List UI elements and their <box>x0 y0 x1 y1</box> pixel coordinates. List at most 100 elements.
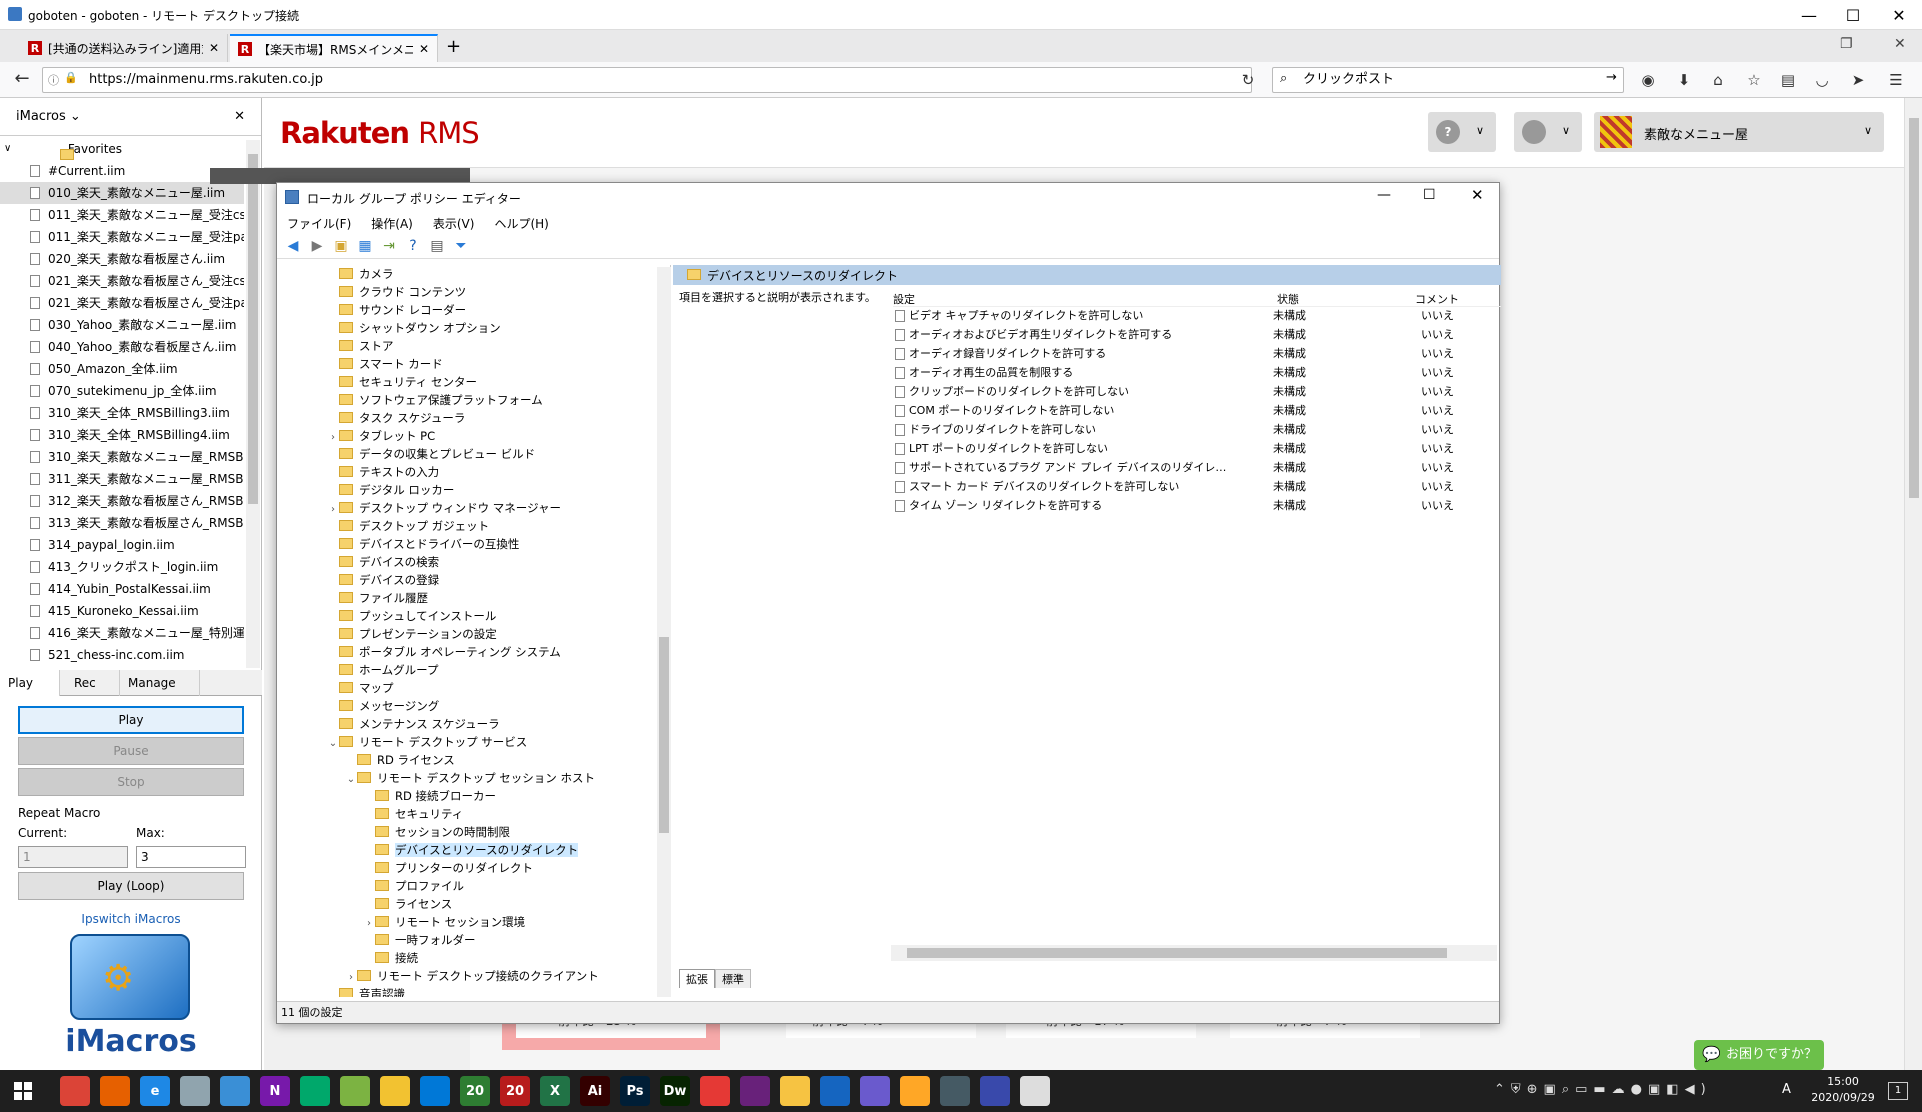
pocket-icon[interactable]: ◡ <box>1810 70 1834 90</box>
properties-icon[interactable]: ▤ <box>429 238 445 254</box>
play-loop-button[interactable]: Play (Loop) <box>18 872 244 900</box>
menu-view[interactable]: 表示(V) <box>433 215 475 232</box>
search-input[interactable]: クリックポスト <box>1272 67 1624 93</box>
tree-node[interactable]: › リモート セッション環境 <box>277 913 670 931</box>
favorites-folder[interactable]: ∨ Favorites <box>0 138 244 160</box>
macro-item[interactable]: 050_Amazon_全体.iim <box>0 358 244 380</box>
page-scrollbar[interactable] <box>1904 98 1922 1070</box>
macro-item[interactable]: 415_Kuroneko_Kessai.iim <box>0 600 244 622</box>
taskbar-app-icon[interactable]: Ps <box>620 1076 650 1106</box>
export-list-icon[interactable]: ⇥ <box>381 238 397 254</box>
info-icon[interactable]: ⓘ <box>48 72 59 88</box>
url-bar[interactable]: https://mainmenu.rms.rakuten.co.jp <box>42 67 1252 93</box>
policy-row[interactable]: オーディオおよびビデオ再生リダイレクトを許可する 未構成 いいえ <box>893 326 1501 345</box>
taskbar-app-icon[interactable] <box>1020 1076 1050 1106</box>
tree-node[interactable]: ライセンス <box>277 895 670 913</box>
taskbar-app-icon[interactable] <box>300 1076 330 1106</box>
taskbar-app-icon[interactable] <box>860 1076 890 1106</box>
pause-button[interactable]: Pause <box>18 737 244 765</box>
tree-node[interactable]: デバイスの検索 <box>277 553 670 571</box>
send-icon[interactable]: ➤ <box>1846 70 1870 90</box>
tree-node[interactable]: セキュリティ <box>277 805 670 823</box>
macro-item[interactable]: 413_クリックポスト_login.iim <box>0 556 244 578</box>
tree-node[interactable]: ⌄ リモート デスクトップ サービス <box>277 733 670 751</box>
tree-node[interactable]: マップ <box>277 679 670 697</box>
macro-item[interactable]: 313_楽天_素敵な看板屋さん_RMSBil... <box>0 512 244 534</box>
home-icon[interactable]: ⌂ <box>1706 70 1730 90</box>
tray-icons[interactable]: ⌃⛨⊕▣⌕▭▬☁●▣◧◀) <box>1494 1082 1712 1097</box>
browser-tab-shipping[interactable]: R [共通の送料込みライン]適用対 ✕ <box>20 34 228 62</box>
policy-row[interactable]: タイム ゾーン リダイレクトを許可する 未構成 いいえ <box>893 497 1501 516</box>
filter-icon[interactable]: ⏷ <box>453 238 469 254</box>
shop-selector[interactable]: 素敵なメニュー屋 ∨ <box>1594 112 1884 152</box>
macro-item[interactable]: 310_楽天_素敵なメニュー屋_RMSBilli... <box>0 446 244 468</box>
col-comment[interactable]: コメント <box>1415 291 1459 307</box>
tree-node[interactable]: デバイスとリソースのリダイレクト <box>277 841 670 859</box>
macro-item[interactable]: 070_sutekimenu_jp_全体.iim <box>0 380 244 402</box>
policy-row[interactable]: スマート カード デバイスのリダイレクトを許可しない 未構成 いいえ <box>893 478 1501 497</box>
tree-node[interactable]: RD ライセンス <box>277 751 670 769</box>
imacros-toolbar-icon[interactable]: ◉ <box>1636 70 1660 90</box>
ime-indicator[interactable]: A <box>1782 1082 1791 1097</box>
tab-play[interactable]: Play <box>0 669 60 696</box>
tree-node[interactable]: プリンターのリダイレクト <box>277 859 670 877</box>
macro-item[interactable]: 310_楽天_全体_RMSBilling3.iim <box>0 402 244 424</box>
tree-node[interactable]: プッシュしてインストール <box>277 607 670 625</box>
macro-item[interactable]: 414_Yubin_PostalKessai.iim <box>0 578 244 600</box>
tree-node[interactable]: ストア <box>277 337 670 355</box>
tree-node[interactable]: ソフトウェア保護プラットフォーム <box>277 391 670 409</box>
taskbar-app-icon[interactable]: N <box>260 1076 290 1106</box>
gpe-maximize-icon[interactable]: ☐ <box>1423 187 1436 203</box>
collapse-icon[interactable]: ∨ <box>4 138 11 160</box>
macro-item[interactable]: 010_楽天_素敵なメニュー屋.iim <box>0 182 244 204</box>
menu-help[interactable]: ヘルプ(H) <box>494 215 548 232</box>
close-icon[interactable]: ✕ <box>1876 0 1922 30</box>
taskbar-app-icon[interactable]: Ai <box>580 1076 610 1106</box>
taskbar-app-icon[interactable] <box>220 1076 250 1106</box>
tree-node[interactable]: ポータブル オペレーティング システム <box>277 643 670 661</box>
tree-node[interactable]: ホームグループ <box>277 661 670 679</box>
policy-row[interactable]: クリップボードのリダイレクトを許可しない 未構成 いいえ <box>893 383 1501 402</box>
reload-icon[interactable]: ↻ <box>1236 70 1260 90</box>
macro-scrollbar[interactable] <box>246 140 260 668</box>
page-scroll-thumb[interactable] <box>1909 118 1919 498</box>
help-dropdown[interactable]: ? ∨ <box>1428 112 1496 152</box>
gpe-minimize-icon[interactable]: — <box>1377 187 1391 203</box>
tree-node[interactable]: › デスクトップ ウィンドウ マネージャー <box>277 499 670 517</box>
tab-standard[interactable]: 標準 <box>715 968 751 988</box>
tree-node[interactable]: 接続 <box>277 949 670 967</box>
col-state[interactable]: 状態 <box>1277 291 1299 307</box>
tree-node[interactable]: › リモート デスクトップ接続のクライアント <box>277 967 670 985</box>
taskbar-app-icon[interactable] <box>820 1076 850 1106</box>
imacros-title[interactable]: iMacros ⌄ <box>16 109 81 124</box>
macro-item[interactable]: 021_楽天_素敵な看板屋さん_受注pa... <box>0 292 244 314</box>
taskbar-app-icon[interactable] <box>740 1076 770 1106</box>
tab-extended[interactable]: 拡張 <box>679 968 715 988</box>
tree-node[interactable]: メンテナンス スケジューラ <box>277 715 670 733</box>
search-go-icon[interactable]: → <box>1606 70 1617 85</box>
tree-node[interactable]: プレゼンテーションの設定 <box>277 625 670 643</box>
macro-item[interactable]: 312_楽天_素敵な看板屋さん_RMSBil... <box>0 490 244 512</box>
tree-node[interactable]: プロファイル <box>277 877 670 895</box>
show-hide-tree-icon[interactable]: ▦ <box>357 238 373 254</box>
policy-row[interactable]: オーディオ録音リダイレクトを許可する 未構成 いいえ <box>893 345 1501 364</box>
taskbar-app-icon[interactable] <box>100 1076 130 1106</box>
tree-node[interactable]: ファイル履歴 <box>277 589 670 607</box>
minimize-icon[interactable]: — <box>1786 0 1832 30</box>
back-icon[interactable]: ← <box>10 68 34 89</box>
tree-node[interactable]: スマート カード <box>277 355 670 373</box>
tree-scrollbar[interactable] <box>657 267 671 997</box>
tab-rec[interactable]: Rec <box>60 669 120 696</box>
menu-icon[interactable]: ☰ <box>1884 70 1908 90</box>
tree-node[interactable]: RD 接続ブローカー <box>277 787 670 805</box>
policy-row[interactable]: COM ポートのリダイレクトを許可しない 未構成 いいえ <box>893 402 1501 421</box>
tree-node[interactable]: デバイスの登録 <box>277 571 670 589</box>
taskbar-app-icon[interactable] <box>900 1076 930 1106</box>
window-close-icon[interactable]: ✕ <box>1894 36 1906 52</box>
macro-item[interactable]: 021_楽天_素敵な看板屋さん_受注cs... <box>0 270 244 292</box>
tree-node[interactable]: ⌄ リモート デスクトップ セッション ホスト <box>277 769 670 787</box>
taskbar-app-icon[interactable]: e <box>140 1076 170 1106</box>
user-dropdown[interactable]: ∨ <box>1514 112 1582 152</box>
policy-row[interactable]: LPT ポートのリダイレクトを許可しない 未構成 いいえ <box>893 440 1501 459</box>
col-setting[interactable]: 設定 <box>893 291 1233 307</box>
